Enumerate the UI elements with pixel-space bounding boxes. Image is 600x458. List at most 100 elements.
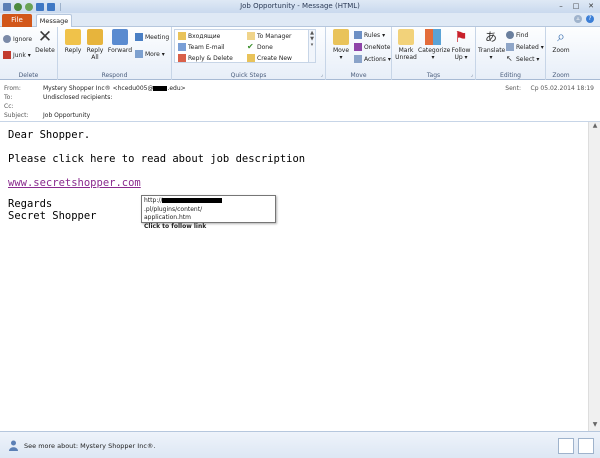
from-domain: .edu> xyxy=(167,85,186,92)
forward-icon xyxy=(112,29,128,45)
maximize-button[interactable]: □ xyxy=(569,1,583,11)
related-button[interactable]: Related ▾ xyxy=(506,43,544,51)
delete-button[interactable]: ✕ Delete xyxy=(35,29,55,55)
respond-group: Reply Reply All Forward Meeting More ▾ R… xyxy=(58,27,172,80)
junk-button[interactable]: Junk ▾ xyxy=(3,51,31,59)
help-icon[interactable]: ? xyxy=(586,15,594,23)
quick-step-to-manager[interactable]: To Manager xyxy=(247,32,292,40)
ribbon-help-area: ▵ ? xyxy=(574,15,594,23)
envelope-icon xyxy=(398,29,414,45)
link-tooltip: http://.pl/plugins/content/ application.… xyxy=(141,195,276,230)
mark-unread-label-2: Unread xyxy=(395,54,417,61)
more-respond-button[interactable]: More ▾ xyxy=(135,50,165,58)
from-name: Mystery Shopper Inc® <hcedu005@ xyxy=(43,85,154,92)
follow-up-button[interactable]: ⚑ Follow Up ▾ xyxy=(449,29,473,61)
message-body: Dear Shopper. Please click here to read … xyxy=(0,122,588,431)
rules-icon xyxy=(354,31,362,39)
select-cursor-icon: ↖ xyxy=(506,54,513,63)
to-value[interactable]: Undisclosed recipients: xyxy=(43,94,112,101)
tooltip-hint: Click to follow link xyxy=(144,222,207,230)
quick-step-done[interactable]: ✔ Done xyxy=(247,43,273,51)
actions-button[interactable]: Actions ▾ xyxy=(354,55,391,63)
zoom-button[interactable]: ⌕ Zoom xyxy=(549,29,573,54)
tooltip-url-line2: application.htm xyxy=(144,214,192,221)
quick-step-create-new-label: Create New xyxy=(257,54,292,62)
minimize-ribbon-icon[interactable]: ▵ xyxy=(574,15,582,23)
people-pane-text[interactable]: See more about: Mystery Shopper Inc®. xyxy=(24,442,155,450)
quick-step-reply-delete[interactable]: Reply & Delete xyxy=(178,54,233,62)
quick-step-team-email[interactable]: Team E-mail xyxy=(178,43,225,51)
actions-label: Actions ▾ xyxy=(364,55,391,63)
ribbon: Ignore Junk ▾ ✕ Delete Delete Reply Repl… xyxy=(0,27,600,80)
close-button[interactable]: ✕ xyxy=(584,1,598,11)
mark-unread-button[interactable]: Mark Unread xyxy=(394,29,418,61)
delete-group: Ignore Junk ▾ ✕ Delete Delete xyxy=(0,27,58,80)
actions-icon xyxy=(354,55,362,63)
reply-button[interactable]: Reply xyxy=(62,29,84,54)
select-label: Select ▾ xyxy=(516,55,540,63)
to-manager-icon xyxy=(247,32,255,40)
flag-icon: ⚑ xyxy=(454,28,468,46)
move-button[interactable]: Move ▾ xyxy=(330,29,352,61)
respond-group-label: Respond xyxy=(101,72,128,79)
body-scrollbar[interactable]: ▲ ▼ xyxy=(588,122,600,431)
scroll-down-icon[interactable]: ▼ xyxy=(589,421,600,431)
redaction-bar xyxy=(153,86,168,91)
ignore-button[interactable]: Ignore xyxy=(3,35,32,43)
regards-text: Regards xyxy=(8,198,53,210)
move-dropdown-icon: ▾ xyxy=(339,54,343,61)
checkmark-icon: ✔ xyxy=(247,42,254,51)
reply-icon xyxy=(65,29,81,45)
subject-value: Job Opportunity xyxy=(43,112,91,119)
sent-label: Sent: xyxy=(505,85,521,92)
quick-step-create-new[interactable]: Create New xyxy=(247,54,292,62)
tab-file[interactable]: File xyxy=(2,14,32,27)
quick-step-inbox[interactable]: Входящие xyxy=(178,32,220,40)
editing-group-label: Editing xyxy=(500,72,521,79)
meeting-button[interactable]: Meeting xyxy=(135,33,169,41)
reply-label: Reply xyxy=(64,47,82,54)
minimize-button[interactable]: – xyxy=(554,1,568,11)
translate-button[interactable]: あ Translate ▾ xyxy=(478,29,505,61)
follow-up-label-2: Up ▾ xyxy=(454,54,468,61)
categorize-label: Categorize xyxy=(418,47,451,54)
reply-all-button[interactable]: Reply All xyxy=(84,29,106,61)
create-new-icon xyxy=(247,54,255,62)
tooltip-url-prefix: http:// xyxy=(144,197,163,204)
sent-info: Sent: Ср 05.02.2014 18:19 xyxy=(505,85,594,92)
select-button[interactable]: ↖ Select ▾ xyxy=(506,55,539,63)
window-title: Job Opportunity - Message (HTML) xyxy=(240,2,360,10)
signature-text: Secret Shopper xyxy=(8,210,97,222)
onenote-button[interactable]: OneNote xyxy=(354,43,390,51)
quick-step-team-email-label: Team E-mail xyxy=(188,43,225,51)
quick-steps-scroll[interactable]: ▲ ▼ ▾ xyxy=(308,30,315,62)
forward-button[interactable]: Forward xyxy=(107,29,133,54)
people-icon xyxy=(9,440,18,451)
reply-all-label-2: All xyxy=(91,54,99,61)
message-header: From: Mystery Shopper Inc® <hcedu005@ .ed… xyxy=(0,81,600,122)
move-folder-icon xyxy=(333,29,349,45)
tooltip-redaction-bar xyxy=(162,198,223,203)
rules-button[interactable]: Rules ▾ xyxy=(354,31,385,39)
find-button[interactable]: Find xyxy=(506,31,528,39)
related-label: Related ▾ xyxy=(516,43,544,51)
subject-label: Subject: xyxy=(4,112,29,119)
from-value[interactable]: Mystery Shopper Inc® <hcedu005@ .edu> xyxy=(43,85,186,92)
forward-label: Forward xyxy=(107,47,133,54)
tab-message[interactable]: Message xyxy=(36,14,72,28)
ignore-label: Ignore xyxy=(13,35,33,43)
body-line: Please click here to read about job desc… xyxy=(8,153,306,165)
quick-steps-group-label: Quick Steps xyxy=(230,72,267,79)
from-label: From: xyxy=(4,85,21,92)
editing-group: あ Translate ▾ Find Related ▾ ↖ Select ▾ … xyxy=(476,27,546,80)
reply-all-icon xyxy=(87,29,103,45)
phishing-link[interactable]: www.secretshopper.com xyxy=(8,177,141,189)
expand-people-pane-button[interactable] xyxy=(578,438,594,454)
contact-card-button[interactable] xyxy=(558,438,574,454)
window-controls: – □ ✕ xyxy=(554,1,598,11)
magnifier-icon: ⌕ xyxy=(557,29,565,45)
more-respond-label: More ▾ xyxy=(145,50,165,58)
to-label: To: xyxy=(4,94,13,101)
categorize-button[interactable]: Categorize ▾ xyxy=(418,29,451,61)
scroll-up-icon[interactable]: ▲ xyxy=(589,122,600,132)
